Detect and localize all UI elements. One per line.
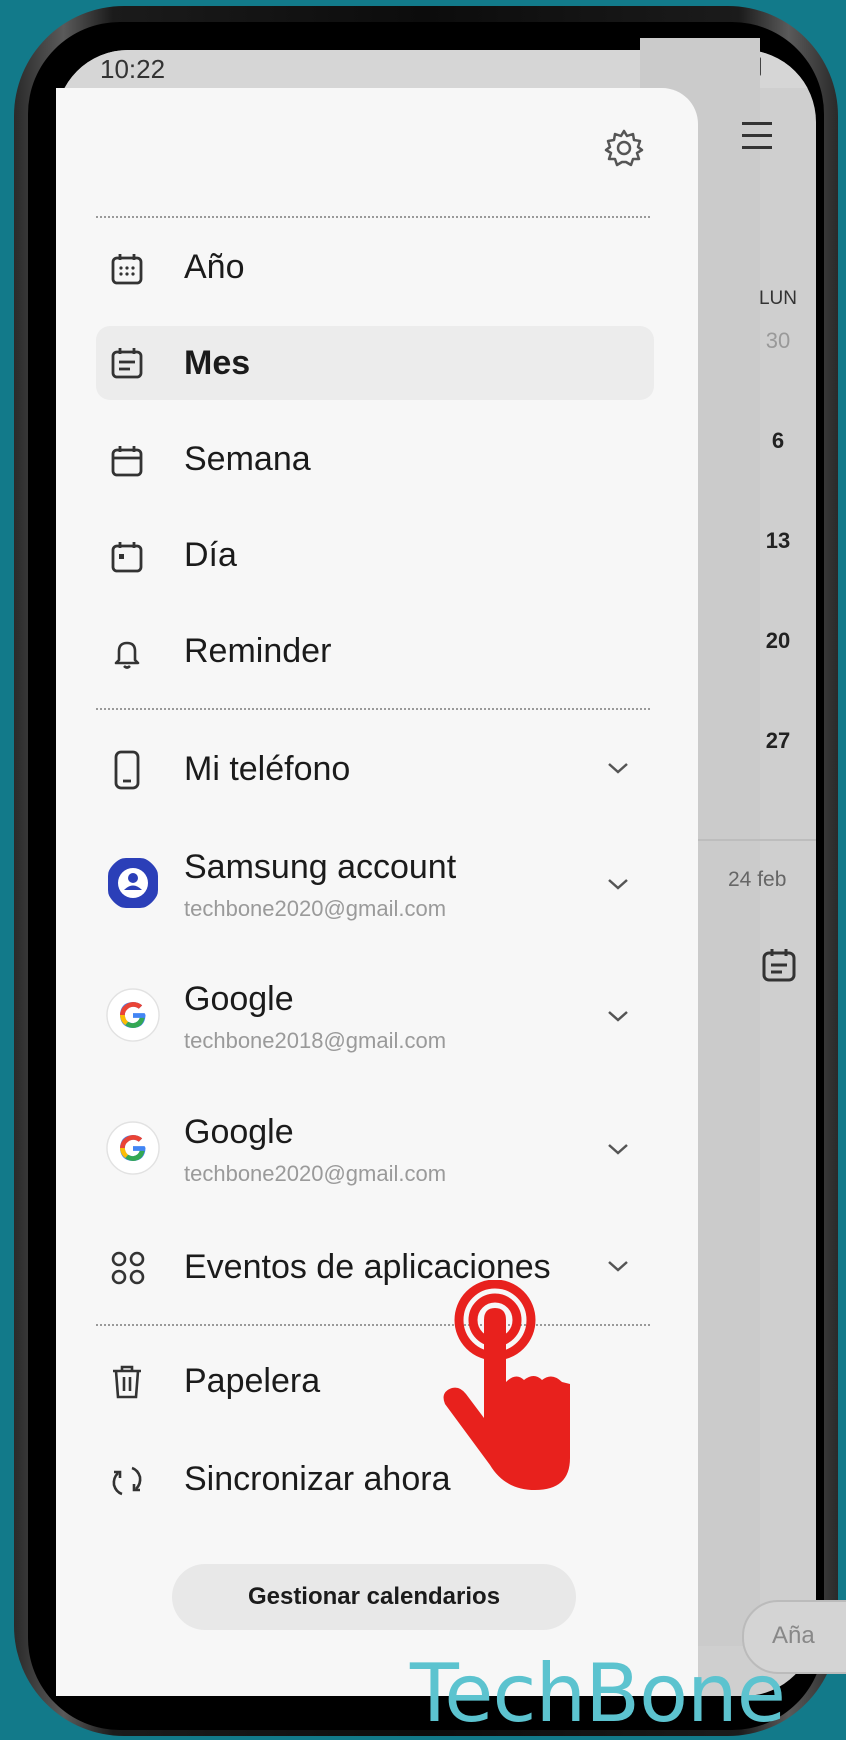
chevron-down-icon[interactable] [606, 1008, 630, 1024]
chevron-down-icon[interactable] [606, 876, 630, 892]
calendar-year-icon [111, 254, 143, 285]
calendar-day[interactable]: 30 [748, 328, 808, 354]
drawer-item-label: Mes [184, 344, 251, 382]
add-event-pill-label: Aña [772, 1622, 815, 1649]
status-time: 10:22 [100, 54, 166, 84]
calendar-day[interactable]: 20 [748, 628, 808, 654]
hamburger-menu-icon[interactable] [742, 122, 772, 158]
chevron-down-icon[interactable] [606, 760, 630, 776]
phone-icon [114, 750, 140, 790]
drawer-item-label: Reminder [184, 632, 332, 670]
account-item-google-2[interactable]: Google techbone2020@gmail.com [96, 1105, 654, 1195]
account-item-samsung[interactable]: Samsung account techbone2020@gmail.com [96, 840, 654, 930]
settings-gear-icon[interactable] [604, 128, 644, 168]
drawer-item-label: Sincronizar ahora [184, 1460, 451, 1498]
drawer-item-label: Papelera [184, 1362, 321, 1400]
calendar-week-icon [111, 446, 143, 477]
google-icon [106, 1121, 160, 1175]
account-item-google-1[interactable]: Google techbone2018@gmail.com [96, 972, 654, 1062]
selected-date-label: 24 feb [728, 868, 787, 891]
apps-icon [111, 1251, 145, 1285]
trash-icon [113, 1365, 141, 1399]
tap-hand-icon [443, 1280, 570, 1490]
bell-icon [114, 641, 140, 669]
google-icon [106, 988, 160, 1042]
account-email: techbone2020@gmail.com [184, 1161, 447, 1186]
chevron-down-icon[interactable] [606, 1258, 630, 1274]
drawer-item-label: Año [184, 248, 245, 286]
account-label: Mi teléfono [184, 750, 351, 788]
account-label: Google [184, 980, 294, 1018]
techbone-watermark: TechBone [410, 1647, 786, 1740]
samsung-account-icon [108, 858, 158, 908]
account-email: techbone2018@gmail.com [184, 1028, 447, 1053]
calendar-day[interactable]: 27 [748, 728, 808, 754]
calendar-month-icon [111, 348, 143, 379]
account-label: Samsung account [184, 848, 457, 886]
chevron-down-icon[interactable] [606, 1141, 630, 1157]
drawer-item-year[interactable]: Año [96, 232, 654, 304]
divider [96, 708, 650, 710]
drawer-item-reminder[interactable]: Reminder [96, 616, 654, 688]
drawer-item-day[interactable]: Día [96, 520, 654, 592]
drawer-item-month[interactable]: Mes [96, 326, 654, 400]
account-email: techbone2020@gmail.com [184, 896, 447, 921]
account-item-my-phone[interactable]: Mi teléfono [96, 730, 654, 808]
drawer-item-label: Semana [184, 440, 311, 478]
calendar-day[interactable]: 6 [748, 428, 808, 454]
calendar-event-icon [762, 949, 796, 982]
manage-calendars-button[interactable]: Gestionar calendarios [172, 1564, 576, 1630]
weekday-header: LUN [758, 288, 797, 309]
drawer-item-week[interactable]: Semana [96, 424, 654, 496]
calendar-day[interactable]: 13 [748, 528, 808, 554]
sync-icon [112, 1466, 142, 1496]
account-label: Google [184, 1113, 294, 1151]
drawer-item-label: Día [184, 536, 237, 574]
calendar-day-icon [111, 542, 143, 573]
divider [96, 216, 650, 218]
